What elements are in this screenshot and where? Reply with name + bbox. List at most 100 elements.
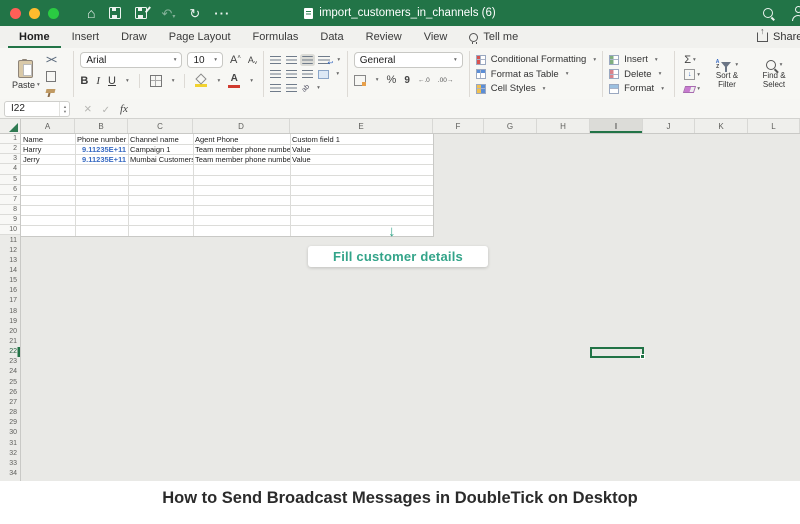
chevron-down-icon[interactable] [376, 77, 379, 83]
align-bottom-icon[interactable] [302, 56, 313, 64]
row-header-1[interactable]: 1 [0, 134, 20, 144]
save-as-icon[interactable] [135, 7, 147, 19]
row-header-32[interactable]: 32 [0, 449, 20, 459]
underline-button[interactable]: U [108, 75, 116, 87]
cell-A3[interactable]: Jerry [21, 154, 75, 164]
tab-page-layout[interactable]: Page Layout [158, 26, 242, 48]
row-header-6[interactable]: 6 [0, 185, 20, 195]
cell-styles-button[interactable]: Cell Styles [476, 82, 596, 95]
chevron-down-icon[interactable] [217, 78, 220, 84]
fill-color-button[interactable] [195, 75, 207, 87]
chevron-down-icon[interactable] [697, 72, 700, 78]
account-icon[interactable] [791, 6, 800, 20]
align-middle-icon[interactable] [286, 56, 297, 64]
insert-cells-button[interactable]: Insert [609, 53, 668, 66]
insert-function-button[interactable]: fx [120, 103, 128, 115]
close-window-button[interactable] [10, 8, 21, 19]
align-top-icon[interactable] [270, 56, 281, 64]
row-header-12[interactable]: 12 [0, 246, 20, 256]
row-header-25[interactable]: 25 [0, 378, 20, 388]
chevron-down-icon[interactable] [337, 57, 340, 63]
increase-decimal-button[interactable] [418, 77, 430, 84]
row-header-5[interactable]: 5 [0, 175, 20, 185]
find-select-button[interactable]: Find & Select [754, 52, 794, 97]
chevron-down-icon[interactable] [126, 78, 129, 84]
column-header-F[interactable]: F [433, 119, 484, 133]
align-left-icon[interactable] [270, 70, 281, 78]
row-header-10[interactable]: 10 [0, 225, 20, 235]
row-header-11[interactable]: 11 [0, 236, 20, 246]
cell-C3[interactable]: Mumbai Customers [128, 154, 193, 164]
row-header-18[interactable]: 18 [0, 307, 20, 317]
merge-center-icon[interactable] [318, 70, 329, 79]
row-header-15[interactable]: 15 [0, 276, 20, 286]
column-header-L[interactable]: L [748, 119, 800, 133]
row-header-33[interactable]: 33 [0, 459, 20, 469]
column-header-B[interactable]: B [75, 119, 128, 133]
comma-style-button[interactable] [404, 75, 410, 86]
tab-draw[interactable]: Draw [110, 26, 158, 48]
cell-D1[interactable]: Agent Phone [193, 134, 290, 144]
row-header-7[interactable]: 7 [0, 195, 20, 205]
increase-font-size-button[interactable] [230, 54, 241, 66]
column-header-H[interactable]: H [537, 119, 590, 133]
accounting-format-icon[interactable] [354, 75, 366, 86]
cell-D2[interactable]: Team member phone number [193, 144, 290, 154]
row-header-13[interactable]: 13 [0, 256, 20, 266]
column-header-J[interactable]: J [643, 119, 695, 133]
column-header-I[interactable]: I [590, 119, 643, 133]
home-icon[interactable] [87, 6, 95, 20]
row-header-3[interactable]: 3 [0, 154, 20, 164]
cell-D3[interactable]: Team member phone number [193, 154, 290, 164]
cancel-icon[interactable] [84, 100, 92, 118]
column-header-C[interactable]: C [128, 119, 193, 133]
row-header-9[interactable]: 9 [0, 215, 20, 225]
undo-button[interactable] [161, 7, 175, 20]
row-header-24[interactable]: 24 [0, 367, 20, 377]
borders-button[interactable] [150, 75, 162, 87]
percent-style-button[interactable] [387, 74, 397, 86]
more-icon[interactable] [214, 7, 230, 20]
row-header-23[interactable]: 23 [0, 357, 20, 367]
tab-review[interactable]: Review [355, 26, 413, 48]
font-size-select[interactable]: 10 [187, 52, 223, 68]
cell-E3[interactable]: Value [290, 154, 433, 164]
font-color-button[interactable] [228, 73, 240, 88]
chevron-down-icon[interactable] [697, 86, 700, 92]
cell-C1[interactable]: Channel name [128, 134, 193, 144]
row-header-20[interactable]: 20 [0, 327, 20, 337]
row-header-4[interactable]: 4 [0, 164, 20, 174]
chevron-down-icon[interactable] [317, 85, 320, 91]
name-box[interactable]: I22 [4, 101, 70, 117]
column-header-D[interactable]: D [193, 119, 290, 133]
format-as-table-button[interactable]: Format as Table [476, 68, 596, 81]
delete-cells-button[interactable]: Delete [609, 68, 668, 81]
row-header-27[interactable]: 27 [0, 398, 20, 408]
row-header-14[interactable]: 14 [0, 266, 20, 276]
row-header-26[interactable]: 26 [0, 388, 20, 398]
decrease-indent-icon[interactable] [270, 84, 281, 92]
wrap-text-icon[interactable] [318, 56, 330, 64]
zoom-window-button[interactable] [48, 8, 59, 19]
tab-tell-me[interactable]: Tell me [458, 26, 529, 48]
fill-icon[interactable] [684, 69, 695, 80]
row-header-17[interactable]: 17 [0, 296, 20, 306]
autosum-icon[interactable] [684, 54, 691, 66]
row-header-29[interactable]: 29 [0, 418, 20, 428]
row-header-21[interactable]: 21 [0, 337, 20, 347]
tab-home[interactable]: Home [8, 26, 61, 48]
selected-cell-I22[interactable] [590, 347, 644, 358]
row-header-28[interactable]: 28 [0, 408, 20, 418]
chevron-down-icon[interactable] [172, 78, 175, 84]
row-header-2[interactable]: 2 [0, 144, 20, 154]
cell-A2[interactable]: Harry [21, 144, 75, 154]
align-center-icon[interactable] [286, 70, 297, 78]
cell-B3[interactable]: 9.11235E+11 [75, 154, 128, 164]
formula-input[interactable] [128, 99, 800, 118]
save-icon[interactable] [109, 7, 121, 19]
row-header-30[interactable]: 30 [0, 428, 20, 438]
column-header-G[interactable]: G [484, 119, 537, 133]
copy-icon[interactable] [46, 71, 56, 82]
row-header-22[interactable]: 22 [0, 347, 20, 357]
column-header-A[interactable]: A [21, 119, 75, 133]
